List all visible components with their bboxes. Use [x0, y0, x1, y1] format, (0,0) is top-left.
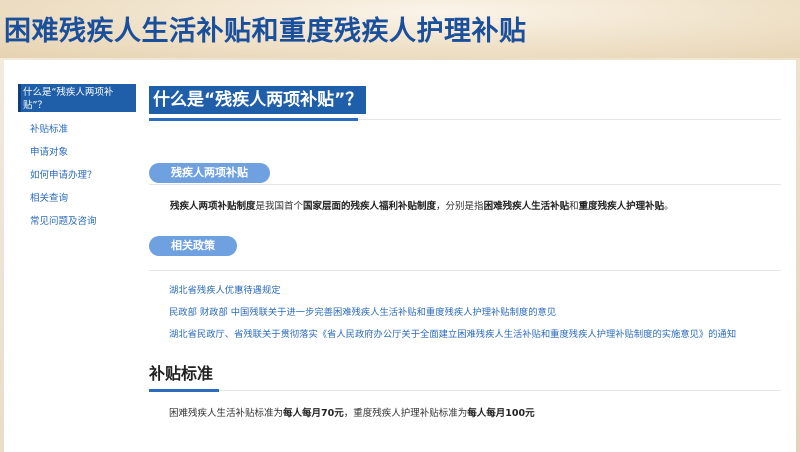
policy-link-hubei-benefits[interactable]: 湖北省残疾人优惠待遇规定: [169, 282, 781, 304]
section-divider: [149, 270, 781, 271]
sidebar-item-applicants[interactable]: 申请对象: [18, 141, 136, 164]
section-subsidy-intro: 残疾人两项补贴 残疾人两项补贴制度是我国首个国家层面的残疾人福利补贴制度，分别是…: [149, 161, 781, 212]
standard-divider: [149, 389, 781, 392]
sidebar-item-query[interactable]: 相关查询: [18, 187, 136, 210]
section-pill-subsidy: 残疾人两项补贴: [149, 163, 270, 183]
intro-paragraph: 残疾人两项补贴制度是我国首个国家层面的残疾人福利补贴制度，分别是指困难残疾人生活…: [170, 201, 674, 212]
sidebar-item-how-to-apply[interactable]: 如何申请办理？: [18, 164, 136, 187]
policy-link-ministry-opinion[interactable]: 民政部 财政部 中国残联关于进一步完善困难残疾人生活补贴和重度残疾人护理补贴制度…: [169, 304, 781, 326]
section-related-policy: 相关政策 湖北省残疾人优惠待遇规定 民政部 财政部 中国残联关于进一步完善困难残…: [149, 234, 781, 348]
page-title: 什么是“残疾人两项补贴”？: [149, 86, 367, 114]
sidebar-item-standard[interactable]: 补贴标准: [18, 118, 136, 141]
sidebar-nav: 什么是“残疾人两项补贴”？ 补贴标准 申请对象 如何申请办理？ 相关查询 常见问…: [18, 84, 136, 233]
banner-title: 困难残疾人生活补贴和重度残疾人护理补贴: [4, 16, 527, 47]
section-pill-policy: 相关政策: [149, 236, 237, 256]
main-panel: 什么是“残疾人两项补贴”？ 补贴标准 申请对象 如何申请办理？ 相关查询 常见问…: [4, 60, 796, 452]
sidebar-item-what-is[interactable]: 什么是“残疾人两项补贴”？: [18, 84, 136, 112]
sidebar-item-faq[interactable]: 常见问题及咨询: [18, 210, 136, 233]
standard-paragraph: 困难残疾人生活补贴标准为每人每月70元，重度残疾人护理补贴标准为每人每月100元: [169, 408, 535, 419]
content-area: 什么是“残疾人两项补贴”？ 残疾人两项补贴 残疾人两项补贴制度是我国首个国家层面…: [149, 86, 781, 419]
section-divider: [149, 184, 781, 185]
section-title-standard: 补贴标准: [149, 364, 214, 383]
section-subsidy-standard: 补贴标准 困难残疾人生活补贴标准为每人每月70元，重度残疾人护理补贴标准为每人每…: [149, 360, 781, 419]
title-divider: [149, 118, 781, 121]
header-banner: 困难残疾人生活补贴和重度残疾人护理补贴: [0, 0, 800, 58]
policy-link-hubei-notice[interactable]: 湖北省民政厅、省残联关于贯彻落实《省人民政府办公厅关于全面建立困难残疾人生活补贴…: [169, 326, 781, 348]
